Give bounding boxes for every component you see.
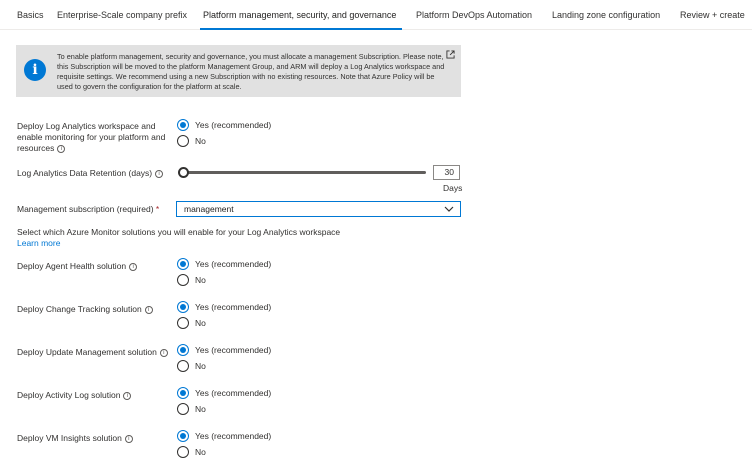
chevron-down-icon bbox=[444, 206, 454, 212]
radio-unchecked[interactable] bbox=[177, 317, 189, 329]
agent-health-no[interactable]: No bbox=[177, 274, 206, 286]
radio-label: Yes (recommended) bbox=[195, 431, 272, 441]
retention-input[interactable]: 30 bbox=[433, 165, 460, 180]
radio-unchecked[interactable] bbox=[177, 135, 189, 147]
info-icon: i bbox=[24, 59, 46, 81]
radio-label: Yes (recommended) bbox=[195, 120, 272, 130]
active-tab-indicator bbox=[200, 28, 402, 30]
vm-insights-yes[interactable]: Yes (recommended) bbox=[177, 430, 271, 442]
banner-text: To enable platform management, security … bbox=[57, 52, 445, 91]
retention-label-text: Log Analytics Data Retention (days) bbox=[17, 168, 153, 178]
radio-checked[interactable] bbox=[177, 344, 189, 356]
agent-health-yes[interactable]: Yes (recommended) bbox=[177, 258, 271, 270]
activity-log-label: Deploy Activity Log solution i bbox=[17, 390, 132, 401]
info-circle-icon[interactable]: i bbox=[155, 169, 164, 178]
tab-platform-management[interactable]: Platform management, security, and gover… bbox=[203, 10, 396, 20]
radio-label: Yes (recommended) bbox=[195, 345, 272, 355]
retention-label: Log Analytics Data Retention (days) i bbox=[17, 168, 164, 179]
dropdown-value: management bbox=[184, 204, 234, 214]
radio-label: No bbox=[195, 136, 206, 146]
radio-label: No bbox=[195, 404, 206, 414]
management-subscription-label-text: Management subscription (required) bbox=[17, 204, 154, 214]
radio-label: Yes (recommended) bbox=[195, 302, 272, 312]
update-management-label: Deploy Update Management solution i bbox=[17, 347, 168, 358]
radio-checked[interactable] bbox=[177, 430, 189, 442]
radio-checked[interactable] bbox=[177, 387, 189, 399]
retention-slider-track[interactable] bbox=[184, 171, 426, 174]
change-tracking-yes[interactable]: Yes (recommended) bbox=[177, 301, 271, 313]
info-banner: i To enable platform management, securit… bbox=[16, 45, 461, 97]
info-circle-icon[interactable]: i bbox=[129, 262, 138, 271]
radio-unchecked[interactable] bbox=[177, 360, 189, 372]
wizard-tabs: Basics Enterprise-Scale company prefix P… bbox=[0, 0, 752, 30]
agent-health-label: Deploy Agent Health solution i bbox=[17, 261, 138, 272]
tab-landing-zone[interactable]: Landing zone configuration bbox=[552, 10, 660, 20]
activity-log-yes[interactable]: Yes (recommended) bbox=[177, 387, 271, 399]
tab-basics[interactable]: Basics bbox=[17, 10, 44, 20]
vm-insights-no[interactable]: No bbox=[177, 446, 206, 458]
change-tracking-no[interactable]: No bbox=[177, 317, 206, 329]
radio-label: Yes (recommended) bbox=[195, 388, 272, 398]
retention-unit: Days bbox=[443, 183, 463, 193]
radio-label: No bbox=[195, 275, 206, 285]
log-analytics-no[interactable]: No bbox=[177, 135, 206, 147]
management-subscription-dropdown[interactable]: management bbox=[176, 201, 461, 217]
radio-unchecked[interactable] bbox=[177, 274, 189, 286]
solutions-intro: Select which Azure Monitor solutions you… bbox=[17, 227, 341, 237]
vm-insights-label: Deploy VM Insights solution i bbox=[17, 433, 133, 444]
radio-label: Yes (recommended) bbox=[195, 259, 272, 269]
change-tracking-label: Deploy Change Tracking solution i bbox=[17, 304, 153, 315]
external-link-icon[interactable] bbox=[446, 50, 455, 59]
radio-checked[interactable] bbox=[177, 301, 189, 313]
info-circle-icon[interactable]: i bbox=[159, 348, 168, 357]
retention-slider-thumb[interactable] bbox=[178, 167, 189, 178]
tab-devops-automation[interactable]: Platform DevOps Automation bbox=[416, 10, 532, 20]
radio-unchecked[interactable] bbox=[177, 403, 189, 415]
tab-review-create[interactable]: Review + create bbox=[680, 10, 745, 20]
radio-label: No bbox=[195, 318, 206, 328]
solution-label-text: Deploy Change Tracking solution bbox=[17, 304, 142, 314]
radio-label: No bbox=[195, 361, 206, 371]
info-circle-icon[interactable]: i bbox=[123, 391, 132, 400]
info-circle-icon[interactable]: i bbox=[57, 144, 66, 153]
radio-unchecked[interactable] bbox=[177, 446, 189, 458]
radio-checked[interactable] bbox=[177, 258, 189, 270]
log-analytics-label: Deploy Log Analytics workspace and enabl… bbox=[17, 121, 169, 154]
update-management-yes[interactable]: Yes (recommended) bbox=[177, 344, 271, 356]
learn-more-link[interactable]: Learn more bbox=[17, 238, 60, 248]
radio-label: No bbox=[195, 447, 206, 457]
log-analytics-label-text: Deploy Log Analytics workspace and enabl… bbox=[17, 121, 166, 153]
solution-label-text: Deploy Activity Log solution bbox=[17, 390, 121, 400]
tab-company-prefix[interactable]: Enterprise-Scale company prefix bbox=[57, 10, 187, 20]
solution-label-text: Deploy VM Insights solution bbox=[17, 433, 122, 443]
solution-label-text: Deploy Agent Health solution bbox=[17, 261, 127, 271]
update-management-no[interactable]: No bbox=[177, 360, 206, 372]
log-analytics-yes[interactable]: Yes (recommended) bbox=[177, 119, 271, 131]
required-marker: * bbox=[155, 204, 160, 214]
info-circle-icon[interactable]: i bbox=[144, 305, 153, 314]
solution-label-text: Deploy Update Management solution bbox=[17, 347, 157, 357]
activity-log-no[interactable]: No bbox=[177, 403, 206, 415]
radio-checked[interactable] bbox=[177, 119, 189, 131]
info-circle-icon[interactable]: i bbox=[124, 434, 133, 443]
management-subscription-label: Management subscription (required) * bbox=[17, 204, 159, 215]
